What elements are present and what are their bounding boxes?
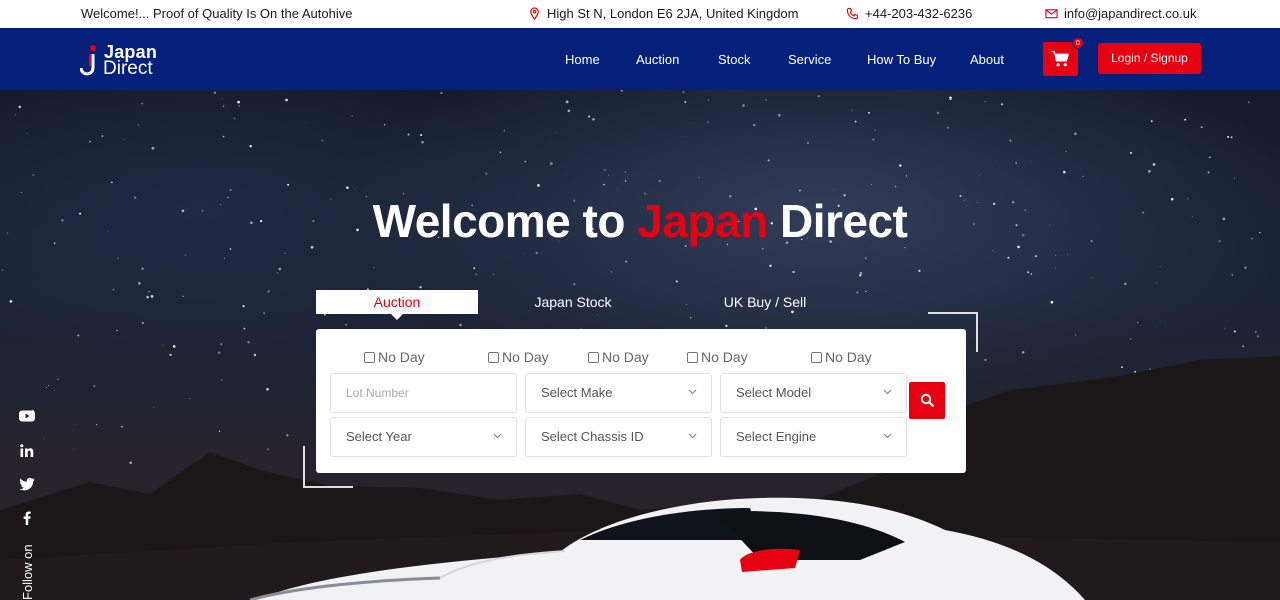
nav-service[interactable]: Service — [788, 52, 831, 67]
nav-about[interactable]: About — [970, 52, 1004, 67]
select-year-value: Select Year — [346, 429, 412, 444]
select-model-value: Select Model — [736, 385, 812, 400]
tab-auction[interactable]: Auction — [316, 290, 478, 320]
no-day-checkbox-row: No Day No Day No Day No Day No Day — [316, 349, 966, 367]
nav-auction[interactable]: Auction — [636, 52, 679, 67]
select-year[interactable]: Select Year — [330, 417, 517, 457]
phone-icon — [846, 7, 859, 20]
search-tabs: Auction Japan Stock UK Buy / Sell — [0, 290, 1280, 320]
select-make[interactable]: Select Make — [525, 373, 712, 413]
checkbox-box[interactable] — [687, 351, 698, 363]
youtube-icon[interactable] — [18, 408, 36, 424]
facebook-icon[interactable] — [18, 510, 36, 526]
hero-title-prefix: Welcome to — [372, 195, 638, 247]
checkbox-label: No Day — [701, 349, 748, 365]
twitter-icon[interactable] — [18, 476, 36, 492]
email-info[interactable]: info@japandirect.co.uk — [1045, 6, 1196, 21]
nav-home[interactable]: Home — [565, 52, 600, 67]
checkbox-label: No Day — [602, 349, 649, 365]
select-model[interactable]: Select Model — [720, 373, 907, 413]
welcome-text: Welcome!... Proof of Quality Is On the A… — [81, 6, 353, 21]
select-engine-value: Select Engine — [736, 429, 817, 444]
select-chassis-id[interactable]: Select Chassis ID — [525, 417, 712, 457]
no-day-checkbox-3[interactable]: No Day — [588, 349, 649, 365]
hero-section: Welcome to Japan Direct Auction Japan St… — [0, 90, 1280, 600]
lot-number-input[interactable]: Lot Number — [330, 373, 517, 413]
address-info: High St N, London E6 2JA, United Kingdom — [528, 6, 798, 21]
chevron-down-icon — [688, 433, 697, 439]
email-text: info@japandirect.co.uk — [1064, 6, 1197, 21]
checkbox-box[interactable] — [811, 351, 822, 363]
search-button[interactable] — [909, 382, 945, 419]
search-icon — [920, 393, 934, 407]
select-chassis-value: Select Chassis ID — [541, 429, 644, 444]
chevron-down-icon — [493, 433, 502, 439]
main-navbar: Japan Direct Home Auction Stock Service … — [0, 28, 1280, 90]
chevron-down-icon — [883, 389, 892, 395]
nav-how-to-buy[interactable]: How To Buy — [867, 52, 936, 67]
nav-links: Home Auction Stock Service How To Buy Ab… — [0, 52, 1280, 72]
follow-on-label: Follow on — [20, 544, 35, 600]
checkbox-box[interactable] — [488, 351, 499, 363]
chevron-down-icon — [688, 389, 697, 395]
checkbox-label: No Day — [378, 349, 425, 365]
shopping-cart-icon — [1051, 50, 1069, 67]
checkbox-box[interactable] — [588, 351, 599, 363]
address-text: High St N, London E6 2JA, United Kingdom — [547, 6, 799, 21]
hero-title: Welcome to Japan Direct — [0, 194, 1280, 248]
tab-japan-stock[interactable]: Japan Stock — [498, 290, 648, 314]
mail-icon — [1045, 9, 1058, 19]
checkbox-box[interactable] — [364, 351, 375, 363]
no-day-checkbox-1[interactable]: No Day — [364, 349, 425, 365]
login-signup-button[interactable]: Login / Signup — [1098, 43, 1201, 74]
search-panel: No Day No Day No Day No Day No Day Lot N… — [316, 329, 966, 473]
phone-text: +44-203-432-6236 — [865, 6, 973, 21]
nav-stock[interactable]: Stock — [718, 52, 751, 67]
cart-button[interactable]: 0 — [1043, 37, 1084, 76]
select-make-value: Select Make — [541, 385, 613, 400]
location-pin-icon — [530, 7, 539, 20]
no-day-checkbox-2[interactable]: No Day — [488, 349, 549, 365]
checkbox-label: No Day — [825, 349, 872, 365]
no-day-checkbox-4[interactable]: No Day — [687, 349, 748, 365]
linkedin-icon[interactable] — [18, 443, 36, 459]
checkbox-label: No Day — [502, 349, 549, 365]
tab-uk-buy-sell[interactable]: UK Buy / Sell — [690, 290, 840, 314]
cart-count-badge: 0 — [1072, 37, 1084, 49]
chevron-down-icon — [883, 433, 892, 439]
select-engine[interactable]: Select Engine — [720, 417, 907, 457]
top-info-bar: Welcome!... Proof of Quality Is On the A… — [0, 0, 1280, 28]
phone-info[interactable]: +44-203-432-6236 — [846, 6, 972, 21]
hero-title-suffix: Direct — [767, 195, 908, 247]
hero-title-highlight: Japan — [637, 195, 768, 247]
no-day-checkbox-5[interactable]: No Day — [811, 349, 872, 365]
